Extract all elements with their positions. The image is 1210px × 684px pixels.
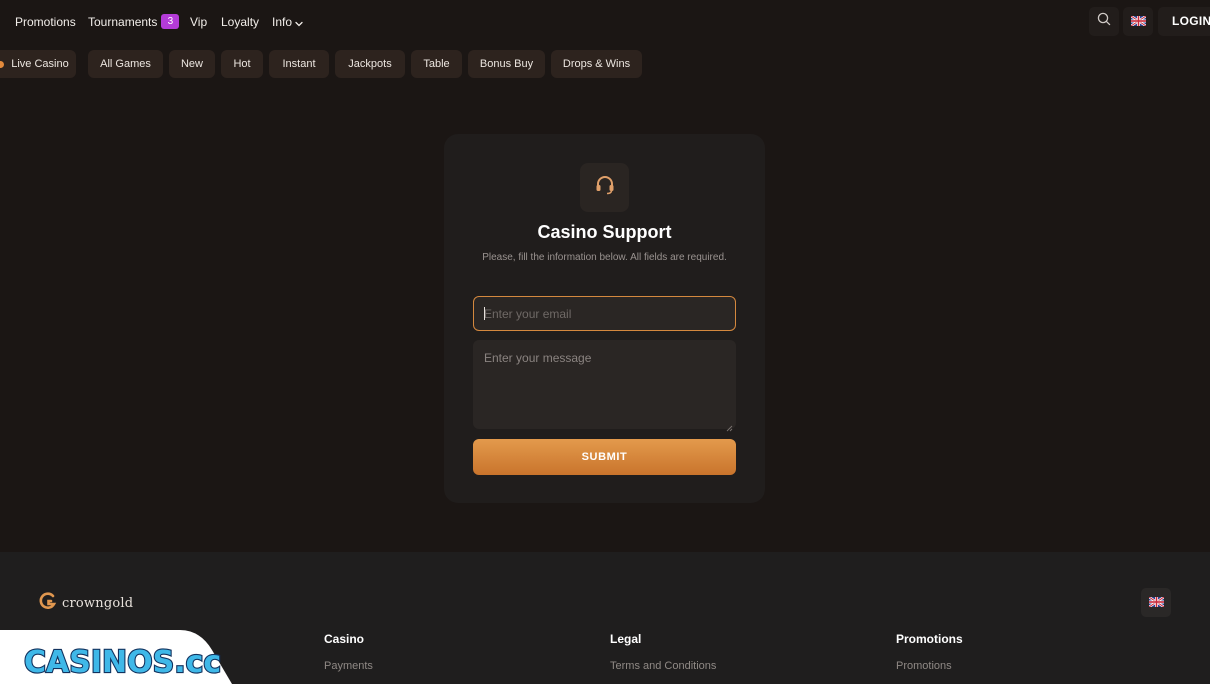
nav-loyalty-label: Loyalty xyxy=(221,15,260,29)
chip-jackpots[interactable]: Jackpots xyxy=(335,50,405,78)
page: Promotions Tournaments 3 Vip Loyalty Info… xyxy=(0,0,1210,684)
support-title: Casino Support xyxy=(537,222,672,242)
nav-promotions[interactable]: Promotions xyxy=(15,15,76,29)
uk-flag-icon xyxy=(1147,594,1165,612)
nav-vip[interactable]: Vip xyxy=(190,15,207,29)
footer-heading-promotions: Promotions xyxy=(896,632,963,646)
chip-label: New xyxy=(180,58,203,70)
footer-link-payments[interactable]: Payments xyxy=(324,660,373,672)
search-icon xyxy=(1097,12,1111,31)
uk-flag-icon xyxy=(1129,13,1147,31)
live-indicator-icon xyxy=(0,60,4,68)
login-button[interactable]: LOGIN xyxy=(1158,7,1210,36)
nav-info[interactable]: Info xyxy=(272,15,303,30)
chip-bonus-buy[interactable]: Bonus Buy xyxy=(468,50,545,78)
chip-label: Jackpots xyxy=(348,58,392,70)
category-chips: Live Casino All Games New Hot Instant Ja… xyxy=(0,50,1210,78)
nav-loyalty[interactable]: Loyalty xyxy=(221,15,259,29)
footer-link-promotions[interactable]: Promotions xyxy=(896,660,952,672)
chip-drops-wins[interactable]: Drops & Wins xyxy=(551,50,642,78)
chip-label: Instant xyxy=(282,58,316,70)
chip-all-games[interactable]: All Games xyxy=(88,50,163,78)
crowngold-logo-icon xyxy=(39,591,57,615)
nav-info-label: Info xyxy=(272,15,293,29)
chip-label: Live Casino xyxy=(11,58,69,70)
chip-label: Hot xyxy=(233,58,251,70)
brand-name: crowngold xyxy=(62,595,134,611)
chip-label: Table xyxy=(423,58,450,70)
chip-new[interactable]: New xyxy=(169,50,215,78)
language-button[interactable] xyxy=(1123,7,1153,36)
submit-button[interactable]: SUBMIT xyxy=(473,439,736,475)
nav-tournaments[interactable]: Tournaments 3 xyxy=(88,14,180,29)
chip-live-casino[interactable]: Live Casino xyxy=(0,50,76,78)
tournaments-count-badge: 3 xyxy=(161,14,180,29)
headset-icon xyxy=(594,174,616,201)
chip-table[interactable]: Table xyxy=(411,50,462,78)
resize-grip-icon[interactable] xyxy=(726,419,733,437)
footer-heading-legal: Legal xyxy=(610,632,642,646)
chip-instant[interactable]: Instant xyxy=(269,50,329,78)
chip-hot[interactable]: Hot xyxy=(221,50,263,78)
chip-label: Bonus Buy xyxy=(479,58,534,70)
support-icon-box xyxy=(580,163,629,212)
text-caret xyxy=(484,307,485,320)
top-nav: Promotions Tournaments 3 Vip Loyalty Info… xyxy=(0,0,1210,44)
footer-heading-casino: Casino xyxy=(324,632,365,646)
watermark-text: CASINOS.cc xyxy=(24,645,221,680)
chip-label: All Games xyxy=(100,58,151,70)
nav-vip-label: Vip xyxy=(190,15,208,29)
footer-link-terms[interactable]: Terms and Conditions xyxy=(610,660,716,672)
nav-tournaments-label: Tournaments xyxy=(88,15,158,29)
nav-promotions-label: Promotions xyxy=(15,15,76,29)
support-subtitle: Please, fill the information below. All … xyxy=(482,252,727,263)
footer-language-button[interactable] xyxy=(1141,588,1171,617)
search-button[interactable] xyxy=(1089,7,1119,36)
chevron-down-icon xyxy=(295,16,303,30)
message-field[interactable] xyxy=(473,340,736,429)
footer-brand[interactable]: crowngold xyxy=(39,591,134,615)
support-card: Casino Support Please, fill the informat… xyxy=(444,134,765,503)
casinos-cc-watermark: CASINOS.cc xyxy=(0,630,232,684)
chip-label: Drops & Wins xyxy=(562,58,631,70)
email-field[interactable] xyxy=(473,296,736,331)
